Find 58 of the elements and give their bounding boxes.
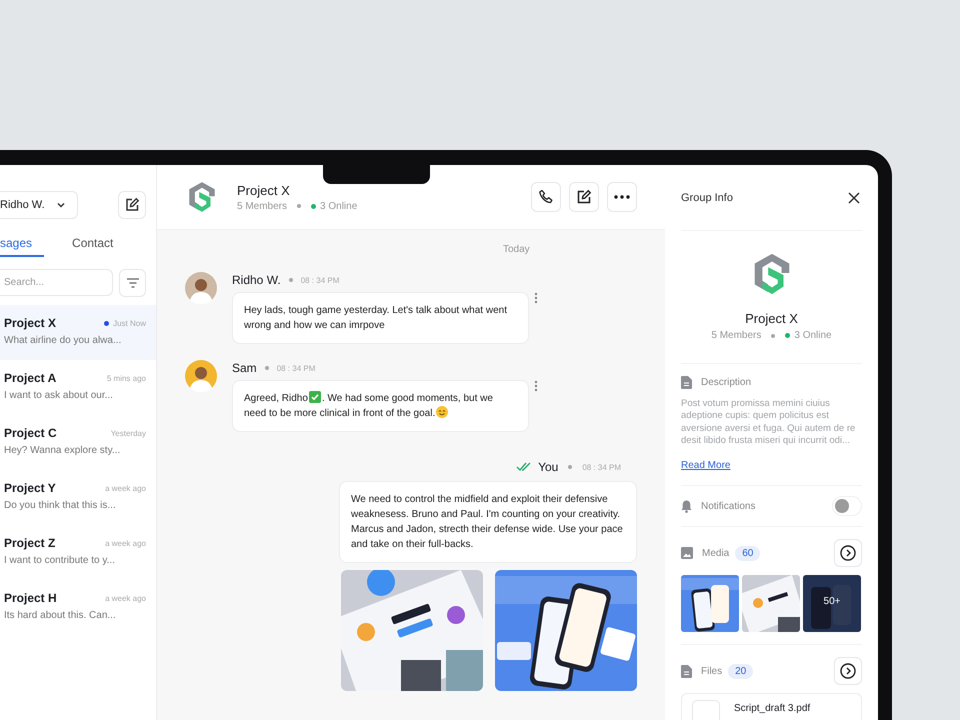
section-label: Media: [702, 548, 730, 559]
chat-time: 5 mins ago: [106, 374, 146, 382]
chat-time: a week ago: [105, 484, 146, 492]
chat-list-item[interactable]: Project H a week ago Its hard about this. Can...: [0, 580, 156, 635]
message-time: 08 : 34 PM: [300, 276, 340, 284]
chat-preview: Its hard about this. Can...: [4, 610, 117, 621]
online-count: 3 Online: [320, 200, 358, 212]
search-field[interactable]: Search...: [0, 269, 113, 296]
chat-list-item[interactable]: Project X Just Now What airline do you alwa...: [0, 305, 156, 360]
panel-title: Group Info: [681, 192, 733, 204]
message-time: 08 : 34 PM: [582, 462, 621, 472]
online-count: 3 Online: [794, 330, 832, 341]
count-badge: 60: [735, 546, 760, 561]
count-badge: 20: [728, 664, 754, 679]
chat-preview: I want to ask about our...: [4, 390, 114, 401]
chat-name: Project H: [4, 591, 57, 605]
author-name: You: [538, 460, 558, 474]
message-text: Agreed, Ridho: [244, 392, 308, 406]
chat-name: Project C: [4, 426, 57, 440]
chat-name: Project X: [4, 316, 56, 330]
chat-name: Project Y: [4, 481, 56, 495]
chat-time: a week ago: [105, 538, 146, 548]
member-count: 5 Members: [711, 330, 762, 341]
read-more-link[interactable]: Read More: [681, 460, 730, 472]
more-count: 50+: [822, 596, 842, 608]
chat-time: Yesterday: [110, 428, 146, 438]
section-label: Description: [701, 377, 752, 388]
chat-name: Project Z: [4, 536, 56, 550]
chat-preview: I want to contribute to y...: [4, 555, 116, 566]
message-text: need to be more clinical in front of the goal.: [244, 407, 436, 421]
message-time: 08 : 34 PM: [276, 364, 316, 372]
message-text: Hey lads, tough game yesterday. Let's talk about what went wrong and how we can imrpove: [244, 305, 507, 331]
chat-time: a week ago: [105, 594, 146, 602]
chat-preview: Do you think that this is...: [4, 500, 117, 511]
chat-preview: What airline do you alwa...: [4, 335, 122, 346]
group-name: Project X: [745, 311, 798, 326]
member-count: 5 Members: [237, 200, 288, 212]
tab[interactable]: sages: [0, 236, 44, 257]
chat-name: Project A: [4, 371, 56, 385]
message-text: . We had some good moments, but we: [322, 392, 493, 406]
chat-title: Project X: [237, 182, 291, 198]
chat-list-item[interactable]: Project Y a week ago Do you think that this is...: [0, 470, 156, 525]
author-name: Ridho W.: [232, 273, 281, 287]
date-divider: Today: [503, 244, 530, 255]
author-name: Sam: [232, 361, 257, 375]
account-dropdown[interactable]: Ridho W.: [0, 191, 78, 219]
section-label: Files: [701, 666, 722, 677]
description-text: Post votum promissa memini ciuius adeptione cupis: quem policitus est aversione aversi et fuga. Qui autem de re desit libido frusta miseri qui incurrit odi...: [681, 398, 856, 448]
chat-preview: Hey? Wanna explore sty...: [4, 445, 122, 456]
chat-time: Just Now: [113, 318, 146, 328]
tab[interactable]: Contact: [72, 236, 114, 257]
section-label: Notifications: [701, 500, 756, 512]
chat-list-item[interactable]: Project C Yesterday Hey? Wanna explore sty...: [0, 415, 156, 470]
file-card[interactable]: Script_draft 3.pdf: [681, 693, 862, 720]
chat-list-item[interactable]: Project Z a week ago I want to contribute to y...: [0, 525, 156, 580]
message-text: We need to control the midfield and exploit their defensive weaknesess. Bruno and Paul. I'm counting on your creativity. Marcus and Jadon, strecth their defense wide. Use your pace and take on their full-backs.: [351, 494, 623, 550]
file-name: Script_draft 3.pdf: [734, 703, 810, 714]
chat-list-item[interactable]: Project A 5 mins ago I want to ask about our...: [0, 360, 156, 415]
